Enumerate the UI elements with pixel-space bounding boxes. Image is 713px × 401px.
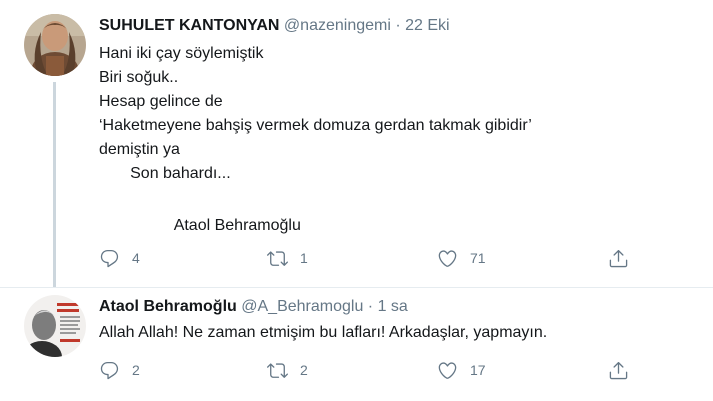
like-button[interactable]: 17 [437, 358, 486, 382]
reply-button[interactable]: 4 [99, 246, 140, 270]
avatar[interactable] [24, 295, 86, 357]
tweet-1[interactable]: SUHULET KANTONYAN @nazeningemi · 22 Eki … [0, 0, 713, 287]
tweet-line: Biri soğuk.. [99, 69, 179, 86]
avatar[interactable] [24, 14, 86, 76]
share-button[interactable] [608, 246, 629, 270]
retweet-icon [267, 362, 288, 378]
tweet-text: Hani iki çay söylemiştik Biri soğuk.. Hesa… [99, 42, 532, 238]
reply-button[interactable]: 2 [99, 358, 140, 382]
share-icon [609, 249, 628, 267]
like-count: 17 [470, 362, 486, 378]
user-handle[interactable]: @A_Behramoglu [241, 298, 363, 315]
retweet-count: 1 [300, 250, 308, 266]
avatar-image [24, 14, 86, 76]
like-count: 71 [470, 250, 486, 266]
display-name[interactable]: Ataol Behramoğlu [99, 298, 237, 315]
retweet-button[interactable]: 2 [267, 358, 308, 382]
separator-dot: · [367, 298, 374, 315]
timestamp[interactable]: 22 Eki [405, 17, 449, 34]
separator-dot: · [395, 17, 401, 34]
display-name[interactable]: SUHULET KANTONYAN [99, 17, 279, 34]
retweet-button[interactable]: 1 [267, 246, 308, 270]
tweet-line: Hesap gelince de [99, 93, 223, 110]
tweet-line [99, 186, 532, 210]
reply-count: 4 [132, 250, 140, 266]
avatar-image [24, 295, 86, 357]
thread-line [53, 82, 56, 287]
heart-icon [438, 361, 457, 379]
tweet-line: demiştin ya [99, 141, 180, 158]
retweet-count: 2 [300, 362, 308, 378]
tweet-2[interactable]: Ataol Behramoğlu @A_Behramoglu · 1 sa Al… [0, 288, 713, 401]
tweet-line: Hani iki çay söylemiştik [99, 45, 264, 62]
retweet-icon [267, 250, 288, 266]
reply-icon [100, 361, 119, 379]
like-button[interactable]: 71 [437, 246, 486, 270]
user-handle[interactable]: @nazeningemi [284, 17, 391, 34]
share-button[interactable] [608, 358, 629, 382]
timestamp[interactable]: 1 sa [378, 298, 408, 315]
reply-count: 2 [132, 362, 140, 378]
tweet-text: Allah Allah! Ne zaman etmişim bu lafları… [99, 321, 547, 345]
tweet-line: Allah Allah! Ne zaman etmişim bu lafları… [99, 324, 548, 341]
heart-icon [438, 249, 457, 267]
tweet-header: SUHULET KANTONYAN @nazeningemi · 22 Eki [99, 16, 450, 36]
tweet-line: Son bahardı... [99, 165, 231, 182]
reply-icon [100, 249, 119, 267]
tweet-line: ‘Haketmeyene bahşiş vermek domuza gerdan… [99, 117, 532, 134]
tweet-header: Ataol Behramoğlu @A_Behramoglu · 1 sa [99, 297, 408, 317]
tweet-line: Ataol Behramoğlu [99, 217, 301, 234]
share-icon [609, 361, 628, 379]
